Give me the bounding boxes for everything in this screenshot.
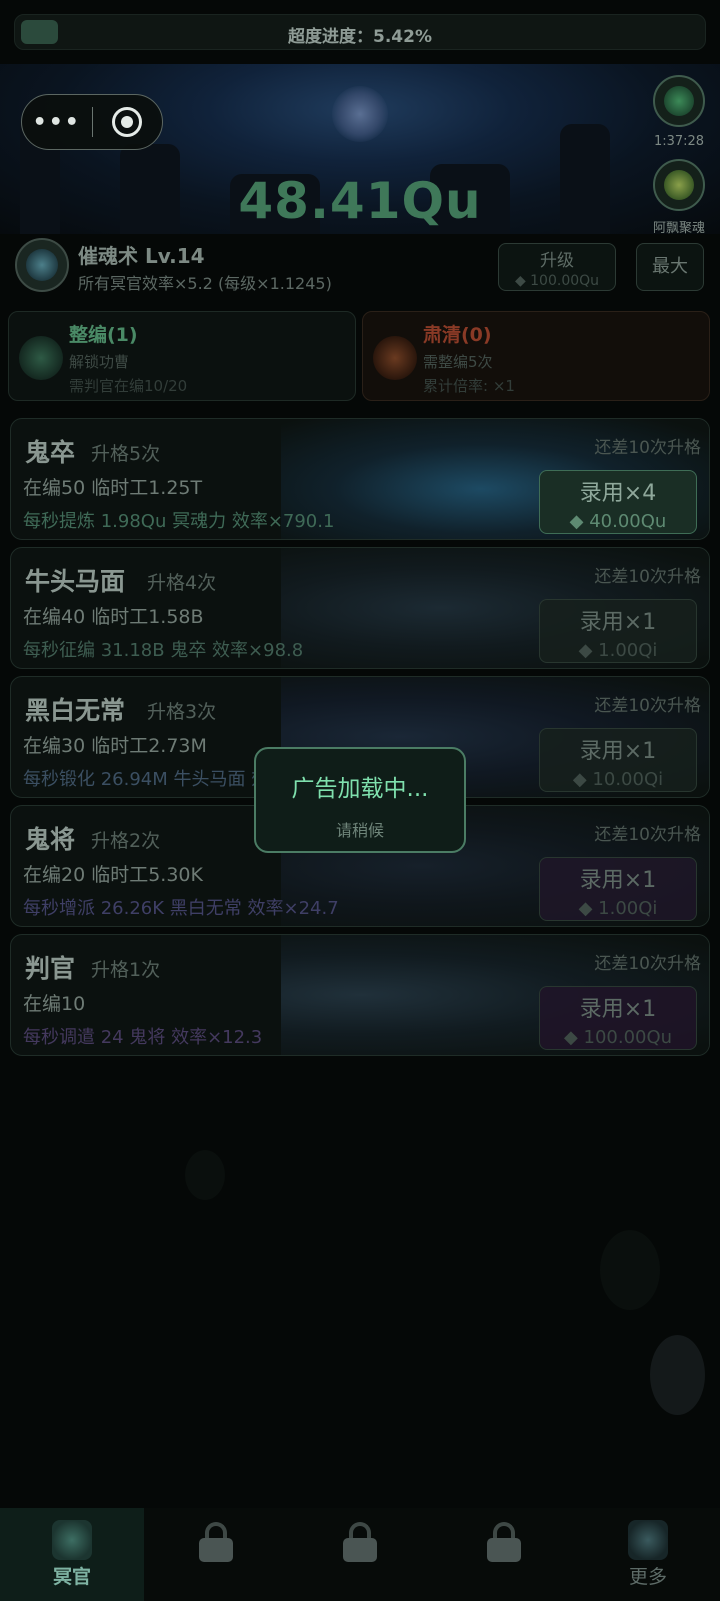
soul-power-total: 48.41Qu (238, 172, 482, 230)
hire-cost: ◆ 100.00Qu (563, 1027, 673, 1048)
ghost-officer-icon (52, 1520, 92, 1560)
tab-locked-1[interactable] (144, 1508, 288, 1601)
ad-loading-toast: 广告加载中... 请稍候 (254, 747, 466, 853)
skill-description: 所有冥官效率×5.2 (每级×1.1245) (78, 274, 332, 293)
more-emblem-icon (628, 1520, 668, 1560)
reorganize-panel[interactable]: 整编(1) 解锁功曹 需判官在编10/20 (8, 311, 356, 401)
unit-name: 鬼将 (25, 825, 76, 854)
close-target-icon[interactable] (93, 107, 163, 137)
bottom-nav: 冥官 更多 (0, 1508, 720, 1601)
unit-name: 鬼卒 (25, 438, 76, 467)
skill-name: 催魂术 Lv.14 (78, 244, 205, 268)
panel-desc: 需整编5次 (423, 353, 493, 371)
unit-rate: 每秒征编 31.18B 鬼卒 效率×98.8 (23, 640, 304, 661)
panel-title: 肃清(0) (423, 324, 492, 346)
upgrade-cost: ◆ 100.00Qu (514, 273, 600, 289)
building-silhouette (600, 1230, 660, 1310)
unit-count: 在编20 临时工5.30K (23, 864, 203, 886)
lock-icon (288, 1522, 432, 1562)
tab-label: 冥官 (52, 1566, 91, 1588)
skill-upgrade-button[interactable]: 升级 ◆ 100.00Qu (498, 243, 616, 291)
hire-label: 录用×1 (579, 997, 657, 1022)
hire-cost: ◆ 40.00Qu (569, 511, 667, 532)
toast-title: 广告加载中... (291, 776, 429, 802)
unit-promotion: 升格2次 (91, 830, 161, 852)
panel-requirement: 需判官在编10/20 (69, 377, 188, 395)
hire-cost: ◆ 1.00Qi (578, 898, 658, 919)
tab-more[interactable]: 更多 (576, 1508, 720, 1601)
skill-max-button[interactable]: 最大 (636, 243, 704, 291)
reorganize-icon (19, 336, 63, 380)
lock-icon (432, 1522, 576, 1562)
hire-button[interactable]: 录用×1 ◆ 1.00Qi (539, 599, 697, 663)
tab-label: 更多 (628, 1566, 667, 1588)
unit-rate: 每秒调遣 24 鬼将 效率×12.3 (23, 1027, 263, 1048)
unit-promotion: 升格5次 (91, 443, 161, 465)
hire-label: 录用×1 (579, 610, 657, 635)
unit-remaining: 还差10次升格 (594, 567, 701, 587)
unit-count: 在编50 临时工1.25T (23, 477, 203, 499)
progress-label: 超度进度：5.42% (288, 27, 432, 47)
unit-promotion: 升格4次 (147, 572, 217, 594)
unit-promotion: 升格1次 (91, 959, 161, 981)
unit-name: 黑白无常 (25, 696, 126, 725)
timer-label: 1:37:28 (653, 134, 705, 149)
progress-bar: 超度进度：5.42% (14, 14, 706, 50)
hire-button[interactable]: 录用×1 ◆ 10.00Qi (539, 728, 697, 792)
miniprogram-capsule: ••• (21, 94, 163, 150)
character-silhouette (650, 1335, 705, 1415)
panel-desc: 解锁功曹 (69, 353, 130, 371)
unit-count: 在编10 (23, 993, 86, 1015)
hire-button[interactable]: 录用×4 ◆ 40.00Qu (539, 470, 697, 534)
panel-requirement: 累计倍率: ×1 (423, 377, 515, 395)
tab-locked-3[interactable] (432, 1508, 576, 1601)
unit-name: 判官 (25, 954, 76, 983)
hire-button[interactable]: 录用×1 ◆ 100.00Qu (539, 986, 697, 1050)
lock-icon (144, 1522, 288, 1562)
unit-card-guizu: 鬼卒 升格5次 还差10次升格 在编50 临时工1.25T 每秒提炼 1.98Q… (10, 418, 710, 540)
unit-card-panguan: 判官 升格1次 还差10次升格 在编10 每秒调遣 24 鬼将 效率×12.3 … (10, 934, 710, 1056)
hire-label: 录用×1 (579, 739, 657, 764)
unit-remaining: 还差10次升格 (594, 438, 701, 458)
ghost-bonus-button[interactable] (653, 75, 705, 127)
hire-cost: ◆ 10.00Qi (572, 769, 664, 790)
more-menu-icon[interactable]: ••• (22, 110, 92, 135)
panel-title: 整编(1) (69, 324, 138, 346)
hire-label: 录用×4 (579, 481, 657, 506)
tab-mingguan[interactable]: 冥官 (0, 1508, 144, 1601)
moon-glow (332, 86, 388, 142)
tab-locked-2[interactable] (288, 1508, 432, 1601)
hire-label: 录用×1 (579, 868, 657, 893)
ghost-green-icon (664, 86, 694, 116)
unit-promotion: 升格3次 (147, 701, 217, 723)
toast-subtitle: 请稍候 (335, 821, 384, 840)
unit-name: 牛头马面 (25, 567, 126, 596)
hire-cost: ◆ 1.00Qi (578, 640, 658, 661)
unit-card-niutou: 牛头马面 升格4次 还差10次升格 在编40 临时工1.58B 每秒征编 31.… (10, 547, 710, 669)
lock-silhouette (185, 1150, 225, 1200)
unit-remaining: 还差10次升格 (594, 954, 701, 974)
unit-rate: 每秒增派 26.26K 黑白无常 效率×24.7 (23, 898, 339, 919)
unit-remaining: 还差10次升格 (594, 825, 701, 845)
unit-count: 在编40 临时工1.58B (23, 606, 204, 628)
unit-remaining: 还差10次升格 (594, 696, 701, 716)
unit-rate: 每秒提炼 1.98Qu 冥魂力 效率×790.1 (23, 511, 335, 532)
unit-count: 在编30 临时工2.73M (23, 735, 207, 757)
upgrade-label: 升级 (540, 251, 574, 271)
purge-panel[interactable]: 肃清(0) 需整编5次 累计倍率: ×1 (362, 311, 710, 401)
purge-icon (373, 336, 417, 380)
hire-button[interactable]: 录用×1 ◆ 1.00Qi (539, 857, 697, 921)
skill-icon (15, 238, 69, 292)
